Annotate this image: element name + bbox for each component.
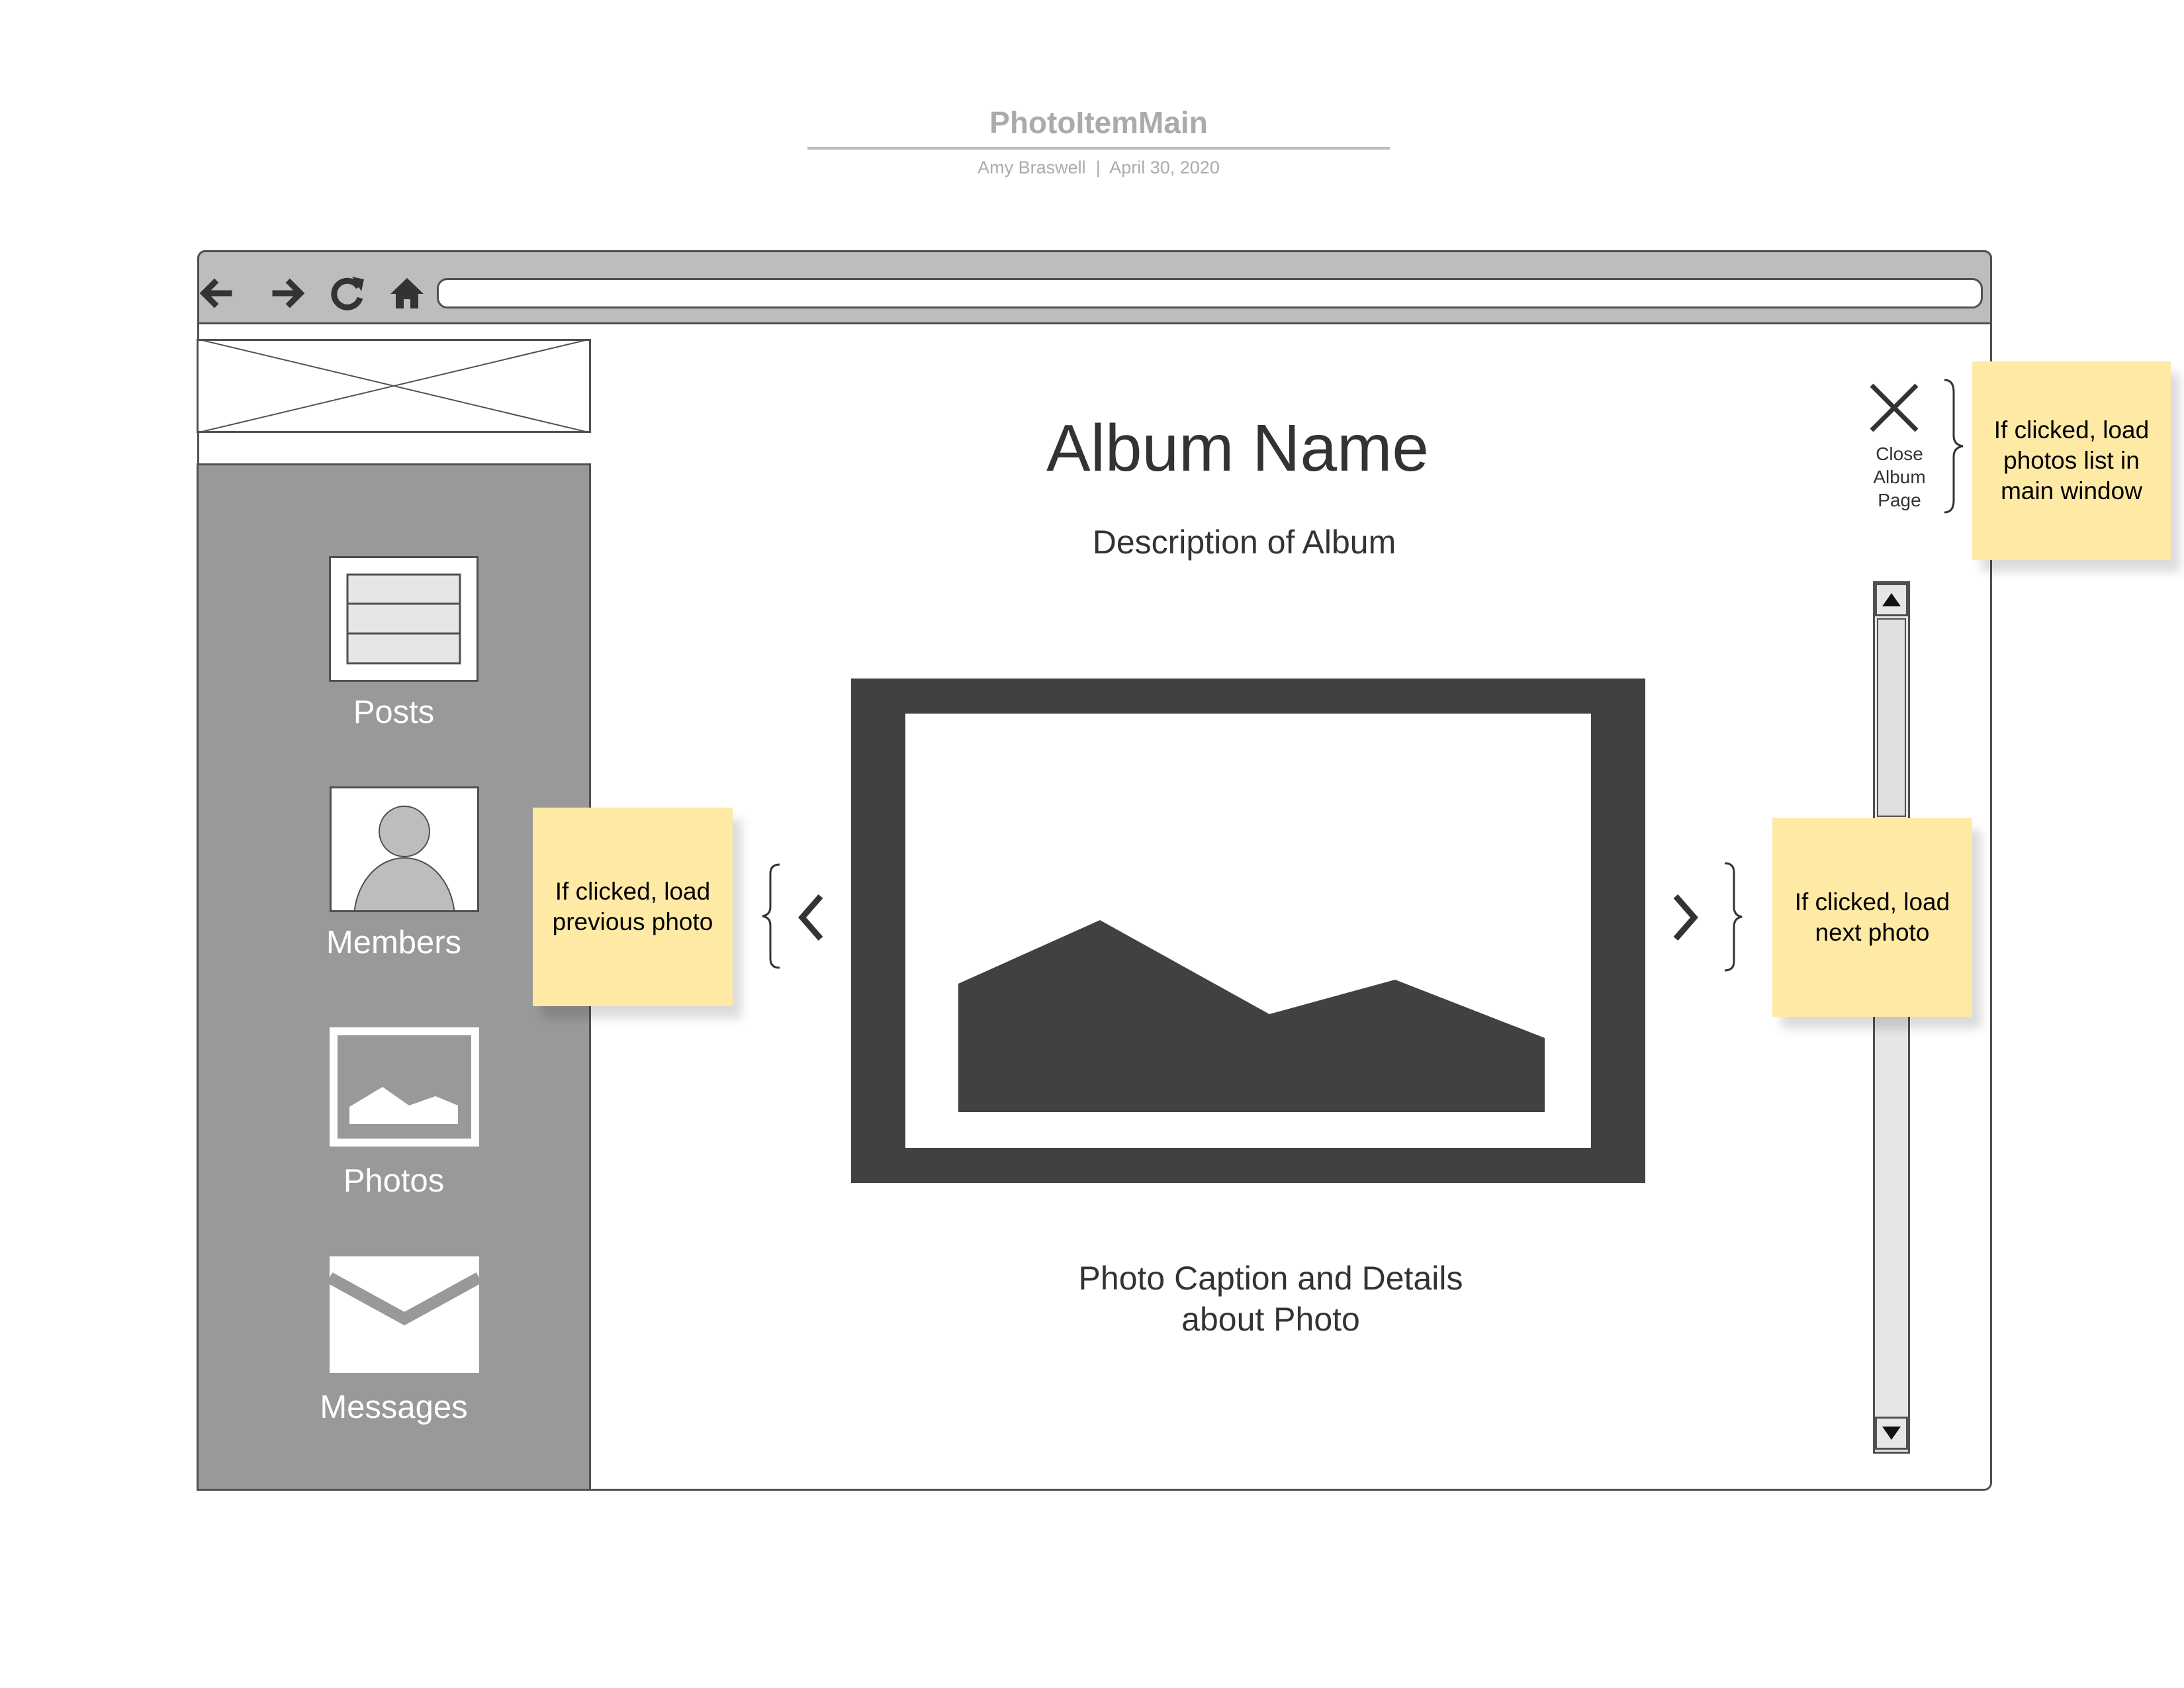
close-annotation-brace	[1944, 379, 1964, 514]
triangle-up-icon	[1882, 593, 1901, 606]
photo-icon[interactable]	[330, 1027, 479, 1147]
back-arrow-icon[interactable]	[196, 273, 237, 314]
refresh-icon[interactable]	[327, 273, 368, 314]
album-description: Description of Album	[1092, 524, 1396, 561]
album-name: Album Name	[1046, 411, 1429, 485]
caption-line: about Photo	[1181, 1301, 1360, 1338]
close-label-line: Close	[1876, 444, 1923, 464]
prev-annotation-brace	[762, 863, 780, 969]
chevron-right-icon[interactable]	[1668, 892, 1702, 943]
caption-line: Photo Caption and Details	[1078, 1260, 1463, 1297]
scrollbar-thumb[interactable]	[1877, 618, 1906, 817]
document-title: PhotoItemMain	[989, 105, 1208, 140]
sticky-note-next: If clicked, load next photo	[1772, 818, 1972, 1017]
member-avatar-icon[interactable]	[330, 786, 479, 912]
home-icon[interactable]	[387, 273, 428, 314]
close-label-line: Page	[1878, 490, 1921, 510]
triangle-down-icon	[1882, 1427, 1901, 1440]
logo-placeholder	[197, 339, 591, 433]
sidebar-item-messages[interactable]: Messages	[197, 1389, 591, 1426]
envelope-icon[interactable]	[330, 1256, 479, 1373]
close-label-line: Album	[1873, 467, 1926, 487]
url-input[interactable]	[437, 278, 1983, 308]
forward-arrow-icon[interactable]	[269, 273, 310, 314]
title-underline	[807, 147, 1390, 150]
close-album-label[interactable]: Close Album Page	[1846, 442, 1952, 512]
scroll-up-button[interactable]	[1875, 583, 1908, 616]
sidebar-item-posts[interactable]: Posts	[197, 694, 591, 731]
scroll-down-button[interactable]	[1875, 1417, 1908, 1450]
posts-icon[interactable]	[329, 556, 478, 682]
photo-mountain-graphic	[958, 920, 1545, 1112]
sidebar-item-photos[interactable]: Photos	[197, 1162, 591, 1199]
photo-caption: Photo Caption and Details about Photo	[993, 1258, 1549, 1340]
subtitle-separator: |	[1095, 158, 1101, 177]
sticky-note-close: If clicked, load photos list in main win…	[1972, 361, 2171, 560]
document-subtitle: Amy Braswell | April 30, 2020	[807, 158, 1390, 178]
sticky-note-previous: If clicked, load previous photo	[533, 808, 733, 1006]
document-date: April 30, 2020	[1109, 158, 1220, 177]
chevron-left-icon[interactable]	[794, 892, 829, 943]
sidebar-item-members[interactable]: Members	[197, 924, 591, 961]
next-annotation-brace	[1724, 862, 1743, 972]
close-icon[interactable]	[1868, 381, 1921, 434]
author-name: Amy Braswell	[978, 158, 1086, 177]
